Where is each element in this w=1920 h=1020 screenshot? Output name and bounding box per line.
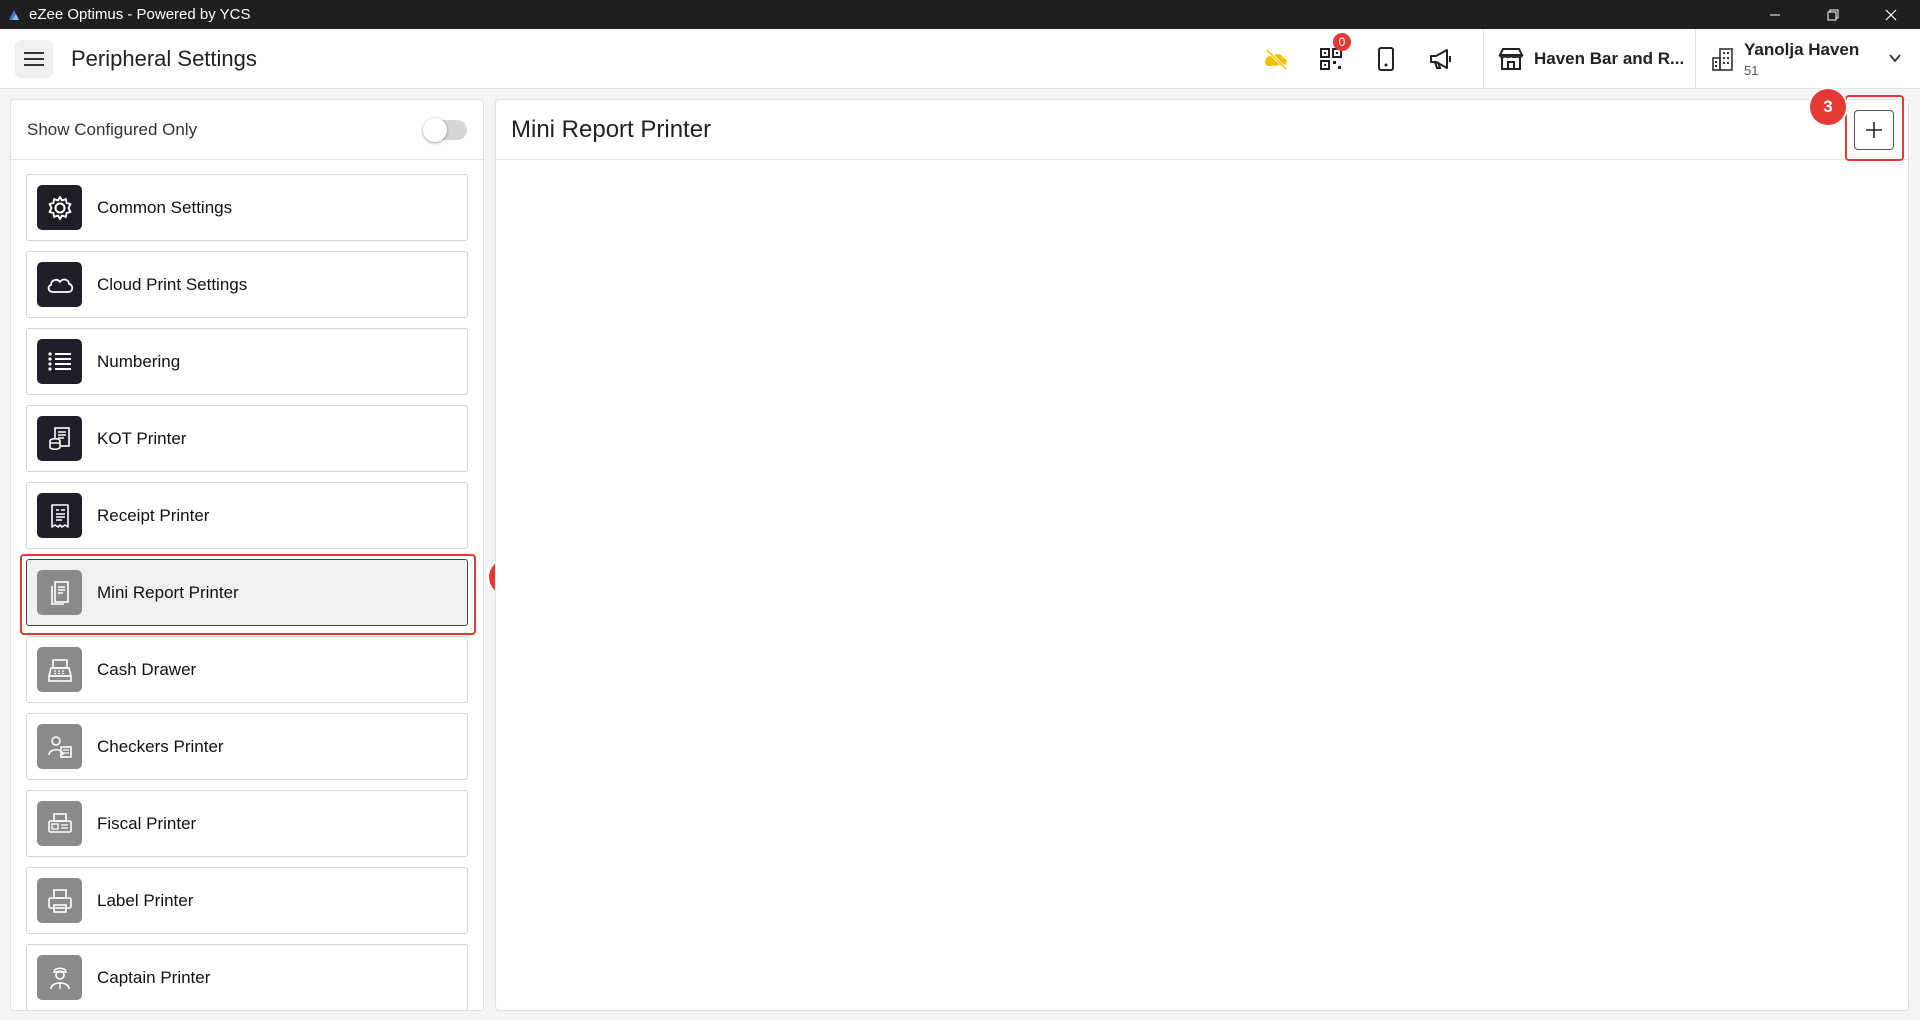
minimize-icon bbox=[1770, 14, 1780, 15]
peripheral-item-kot-printer[interactable]: KOT Printer bbox=[26, 405, 468, 472]
peripheral-item-cloud-print-settings[interactable]: Cloud Print Settings bbox=[26, 251, 468, 318]
show-configured-label: Show Configured Only bbox=[27, 119, 198, 139]
close-icon bbox=[1885, 9, 1897, 20]
minimize-button[interactable] bbox=[1746, 0, 1804, 29]
cash-drawer-icon bbox=[37, 647, 82, 692]
window-titlebar: eZee Optimus - Powered by YCS bbox=[0, 0, 1920, 29]
hamburger-menu-button[interactable] bbox=[15, 39, 53, 78]
peripheral-item-cash-drawer[interactable]: Cash Drawer bbox=[26, 636, 468, 703]
window-title: eZee Optimus - Powered by YCS bbox=[29, 6, 251, 23]
cloud-off-icon bbox=[1264, 48, 1287, 71]
show-configured-toggle[interactable] bbox=[423, 117, 467, 142]
restore-icon bbox=[1827, 9, 1839, 20]
hamburger-icon bbox=[24, 51, 44, 66]
announcements-button[interactable] bbox=[1413, 29, 1468, 89]
peripheral-item-receipt-printer[interactable]: Receipt Printer bbox=[26, 482, 468, 549]
peripheral-item-common-settings[interactable]: Common Settings bbox=[26, 174, 468, 241]
detail-panel: Mini Report Printer bbox=[495, 99, 1909, 1011]
peripheral-item-label: Checkers Printer bbox=[97, 736, 224, 756]
fiscal-printer-icon bbox=[37, 801, 82, 846]
peripheral-item-label: Cash Drawer bbox=[97, 659, 197, 679]
peripheral-item-fiscal-printer[interactable]: Fiscal Printer bbox=[26, 790, 468, 857]
app-header: Peripheral Settings 0 Haven Bar and R...… bbox=[0, 29, 1920, 89]
page-title: Peripheral Settings bbox=[71, 45, 257, 71]
list-icon bbox=[37, 339, 82, 384]
outlet-name: Haven Bar and R... bbox=[1534, 49, 1685, 68]
chevron-down-icon bbox=[1889, 54, 1901, 63]
building-icon bbox=[1712, 48, 1733, 71]
property-selector[interactable]: Yanolja Haven 51 bbox=[1710, 29, 1901, 89]
peripheral-item-label: KOT Printer bbox=[97, 428, 187, 448]
restore-button[interactable] bbox=[1804, 0, 1862, 29]
peripheral-item-label: Numbering bbox=[97, 351, 181, 371]
annotation-highlight-mini-report bbox=[20, 554, 476, 635]
annotation-highlight-add bbox=[1845, 95, 1904, 161]
peripheral-item-label: Label Printer bbox=[97, 890, 194, 910]
show-configured-filter: Show Configured Only bbox=[11, 100, 483, 160]
peripheral-item-label: Common Settings bbox=[97, 197, 233, 217]
tablet-button[interactable] bbox=[1358, 29, 1413, 89]
peripheral-item-label: Captain Printer bbox=[97, 967, 211, 987]
property-code: 51 bbox=[1744, 63, 1759, 78]
checkers-printer-icon bbox=[37, 724, 82, 769]
outlet-selector[interactable]: Haven Bar and R... bbox=[1498, 29, 1684, 89]
qr-notification-badge: 0 bbox=[1333, 33, 1351, 51]
peripheral-item-numbering[interactable]: Numbering bbox=[26, 328, 468, 395]
megaphone-icon bbox=[1429, 49, 1451, 69]
qr-scan-button[interactable]: 0 bbox=[1303, 29, 1358, 89]
receipt-icon bbox=[37, 493, 82, 538]
peripheral-item-checkers-printer[interactable]: Checkers Printer bbox=[26, 713, 468, 780]
cloud-icon bbox=[37, 262, 82, 307]
peripheral-item-label-printer[interactable]: Label Printer bbox=[26, 867, 468, 934]
peripheral-item-label: Receipt Printer bbox=[97, 505, 210, 525]
captain-printer-icon bbox=[37, 955, 82, 1000]
cloud-sync-button[interactable] bbox=[1248, 29, 1303, 89]
kot-printer-icon bbox=[37, 416, 82, 461]
peripheral-item-captain-printer[interactable]: Captain Printer bbox=[26, 944, 468, 1010]
close-button[interactable] bbox=[1862, 0, 1920, 29]
store-icon bbox=[1498, 48, 1524, 70]
property-name: Yanolja Haven bbox=[1744, 40, 1860, 59]
detail-header: Mini Report Printer bbox=[496, 100, 1908, 160]
peripheral-item-label: Cloud Print Settings bbox=[97, 274, 248, 294]
label-printer-icon bbox=[37, 878, 82, 923]
detail-title: Mini Report Printer bbox=[511, 115, 712, 143]
tablet-icon bbox=[1377, 47, 1394, 71]
annotation-step-3: 3 bbox=[1810, 89, 1846, 125]
app-logo-icon bbox=[9, 9, 19, 20]
peripheral-item-label: Fiscal Printer bbox=[97, 813, 197, 833]
gear-icon bbox=[37, 185, 82, 230]
